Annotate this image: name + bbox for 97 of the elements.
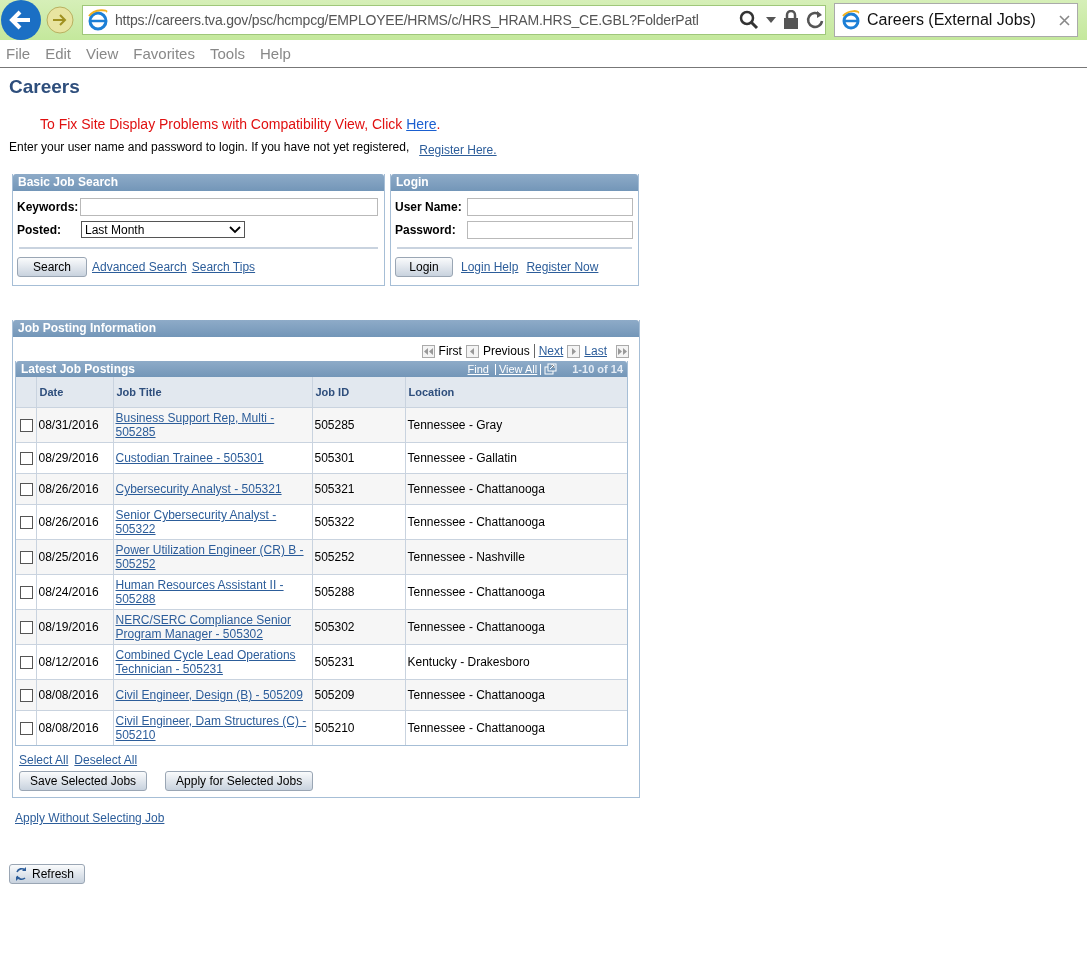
location-cell: Tennessee - Chattanooga: [405, 609, 627, 645]
posted-dropdown[interactable]: Last Month: [81, 221, 245, 238]
panel-header: Job Posting Information: [13, 320, 639, 337]
lock-icon: [783, 10, 799, 30]
job-id-cell: 505321: [312, 473, 405, 505]
next-page-icon[interactable]: [567, 344, 581, 358]
refresh-button[interactable]: Refresh: [9, 864, 86, 884]
forward-icon[interactable]: [46, 6, 74, 34]
column-header: Job Title: [113, 377, 312, 408]
panel-header: Basic Job Search: [13, 174, 384, 191]
previous-page-icon[interactable]: [465, 344, 479, 358]
date-cell: 08/08/2016: [36, 679, 113, 711]
column-header: Job ID: [312, 377, 405, 408]
last-page-link[interactable]: Last: [584, 344, 607, 358]
tab-title: Careers (External Jobs): [867, 11, 1037, 29]
refresh-icon: [14, 866, 28, 882]
menu-item[interactable]: Favorites: [133, 45, 203, 62]
keywords-field[interactable]: [80, 197, 379, 216]
location-cell: Tennessee - Nashville: [405, 539, 627, 575]
login-button[interactable]: Login: [395, 257, 453, 277]
job-title-link[interactable]: Custodian Trainee - 505301: [115, 451, 310, 465]
dropdown-value: Last Month: [85, 222, 145, 237]
select-all-link[interactable]: Select All: [19, 753, 69, 767]
deselect-all-link[interactable]: Deselect All: [74, 753, 138, 767]
close-icon[interactable]: [1058, 13, 1071, 27]
menu-item[interactable]: View: [86, 45, 127, 62]
row-checkbox[interactable]: [20, 620, 33, 634]
user-name-field[interactable]: [467, 197, 633, 216]
date-cell: 08/08/2016: [36, 710, 113, 745]
location-cell: Tennessee - Chattanooga: [405, 473, 627, 505]
job-id-cell: 505302: [312, 609, 405, 645]
row-checkbox[interactable]: [20, 688, 33, 702]
row-checkbox[interactable]: [20, 550, 33, 564]
last-page-icon[interactable]: [616, 344, 629, 358]
menu-item[interactable]: Edit: [45, 45, 80, 62]
register-here-link[interactable]: Register Here.: [419, 143, 497, 157]
first-page-label: First: [438, 344, 462, 358]
grid-title: Latest Job Postings: [21, 362, 137, 376]
search-button[interactable]: Search: [17, 257, 87, 277]
job-id-cell: 505209: [312, 679, 405, 711]
menu-item[interactable]: Tools: [209, 45, 253, 62]
job-id-cell: 505252: [312, 539, 405, 575]
row-checkbox[interactable]: [20, 451, 33, 465]
row-checkbox[interactable]: [20, 418, 33, 432]
previous-page-label: Previous: [482, 344, 530, 358]
column-header: Date: [36, 377, 113, 408]
date-cell: 08/31/2016: [36, 407, 113, 443]
login-link[interactable]: Register Now: [526, 260, 599, 274]
menu-item[interactable]: File: [6, 45, 39, 62]
refresh-label: Refresh: [32, 867, 75, 881]
row-checkbox[interactable]: [20, 482, 33, 496]
refresh-icon[interactable]: [805, 10, 825, 30]
row-checkbox[interactable]: [20, 585, 33, 599]
job-title-link[interactable]: Combined Cycle Lead Operations Technician - 505231: [115, 648, 310, 676]
menu-item[interactable]: Help: [260, 45, 299, 62]
row-checkbox[interactable]: [20, 655, 33, 669]
job-id-cell: 505285: [312, 407, 405, 443]
browser-logo-icon: [841, 10, 861, 30]
date-cell: 08/19/2016: [36, 609, 113, 645]
date-cell: 08/25/2016: [36, 539, 113, 575]
panel-header: Login: [391, 174, 638, 191]
password-field[interactable]: [467, 220, 633, 239]
intro-text: Enter your user name and password to login. If you have not yet registered,: [9, 140, 410, 154]
row-checkbox[interactable]: [20, 515, 33, 529]
search-icon[interactable]: [739, 10, 759, 30]
new-window-icon[interactable]: [544, 363, 558, 375]
apply-without-selecting-link[interactable]: Apply Without Selecting Job: [15, 811, 165, 825]
save-selected-jobs-button[interactable]: Save Selected Jobs: [19, 771, 148, 791]
apply-selected-jobs-button[interactable]: Apply for Selected Jobs: [165, 771, 314, 791]
back-icon[interactable]: [0, 0, 42, 40]
posted-label: Posted:: [17, 222, 62, 237]
location-cell: Tennessee - Chattanooga: [405, 710, 627, 745]
dropdown-caret-icon[interactable]: [765, 15, 777, 25]
row-checkbox[interactable]: [20, 721, 33, 735]
user-name-label: User Name:: [395, 199, 463, 214]
next-page-link[interactable]: Next: [538, 344, 564, 358]
password-label: Password:: [395, 222, 457, 237]
job-title-link[interactable]: Senior Cybersecurity Analyst - 505322: [115, 508, 310, 536]
column-header: Location: [405, 377, 627, 408]
compat-notice: To Fix Site Display Problems with Compatibility View, Click Here.: [40, 116, 441, 132]
browser-logo-icon: [87, 9, 109, 31]
location-cell: Tennessee - Chattanooga: [405, 679, 627, 711]
job-title-link[interactable]: Civil Engineer, Dam Structures (C) - 505210: [115, 714, 310, 742]
date-cell: 08/26/2016: [36, 473, 113, 505]
page-title: Careers: [9, 76, 81, 99]
login-link[interactable]: Login Help: [461, 260, 519, 274]
job-id-cell: 505210: [312, 710, 405, 745]
keywords-label: Keywords:: [17, 199, 79, 214]
browser-tab[interactable]: Careers (External Jobs): [834, 3, 1078, 37]
location-cell: Tennessee - Gray: [405, 407, 627, 443]
here-link[interactable]: Here: [406, 116, 437, 132]
row-count: 1-10 of 14: [572, 363, 623, 375]
chevron-down-icon: [229, 225, 241, 234]
search-link[interactable]: Advanced Search: [92, 260, 187, 274]
search-link[interactable]: Search Tips: [191, 260, 256, 274]
job-title-link[interactable]: Human Resources Assistant II - 505288: [115, 578, 310, 606]
first-page-icon[interactable]: [421, 344, 435, 358]
